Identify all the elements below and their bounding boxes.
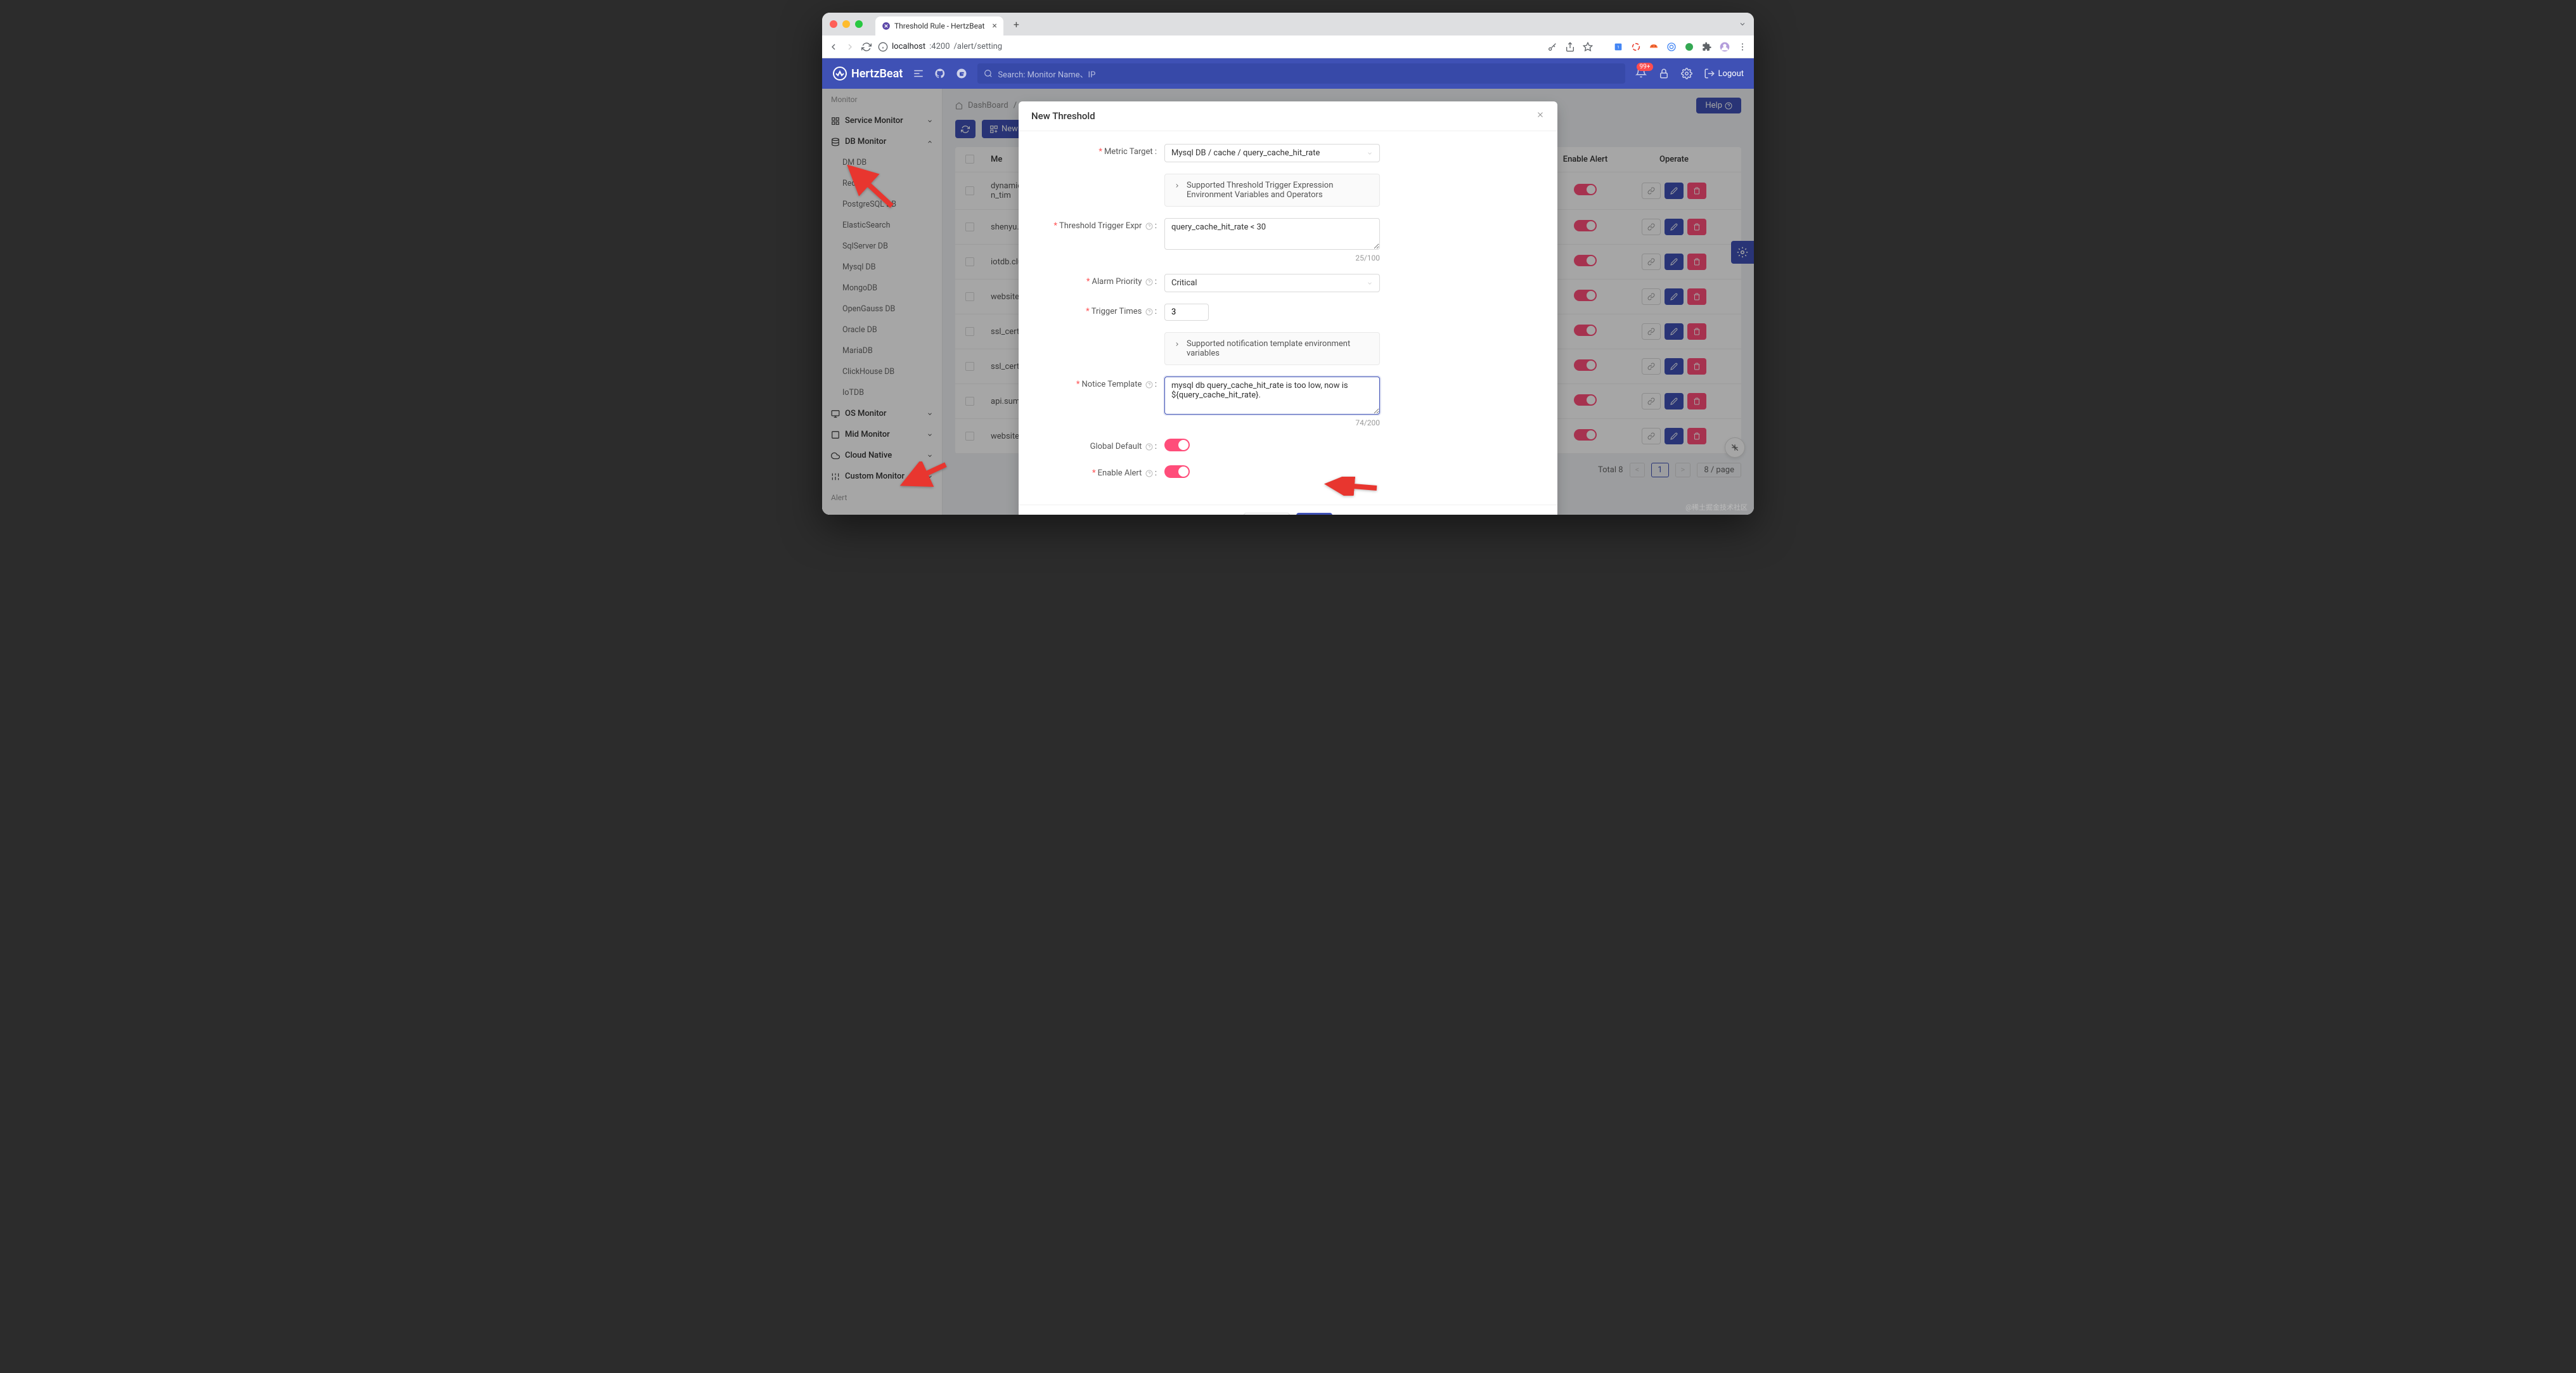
search-icon [984,69,993,78]
help-icon[interactable] [1145,443,1153,451]
ok-button[interactable]: OK [1296,513,1332,515]
enable-alert-switch[interactable] [1164,465,1190,478]
star-icon[interactable] [1583,42,1593,52]
puzzle-icon[interactable] [1702,42,1712,52]
new-threshold-modal: New Threshold *Metric Target : Mysql DB … [1019,101,1557,515]
forward-icon[interactable] [845,42,855,52]
app-topbar: HertzBeat Search: Monitor Name、IP 99+ Lo… [822,58,1754,89]
logo-icon [832,66,847,81]
modal-title: New Threshold [1031,110,1095,122]
gitee-icon[interactable] [956,68,967,79]
expr-counter: 25/100 [1164,254,1380,262]
tab-title: Threshold Rule - HertzBeat [894,22,984,30]
help-icon[interactable] [1145,308,1153,316]
ext1-icon[interactable]: 1 [1613,42,1623,52]
chevron-down-icon [1367,150,1373,157]
logo[interactable]: HertzBeat [832,66,903,81]
info-icon[interactable] [878,42,888,52]
collapse-menu-icon[interactable] [913,68,924,79]
search-input[interactable]: Search: Monitor Name、IP [977,63,1625,84]
browser-tab[interactable]: Threshold Rule - HertzBeat × [875,16,1003,35]
notice-template-input[interactable] [1164,377,1380,415]
reload-icon[interactable] [861,42,872,52]
notification-badge: 99+ [1637,63,1654,71]
svg-text:1: 1 [1617,44,1620,49]
minimize-window[interactable] [842,20,850,28]
chevron-down-icon [1367,280,1373,287]
modal-close-button[interactable] [1536,110,1545,122]
trigger-expr-input[interactable] [1164,218,1380,250]
global-default-switch[interactable] [1164,439,1190,451]
help-icon[interactable] [1145,222,1153,230]
back-icon[interactable] [828,42,839,52]
url-field[interactable]: localhost :4200/alert/setting [878,42,1541,52]
supported-template-expand[interactable]: Supported notification template environm… [1164,332,1380,365]
cancel-button[interactable]: Cancel [1244,513,1291,515]
chevron-right-icon [1174,183,1180,189]
browser-tabstrip: Threshold Rule - HertzBeat × + [822,13,1754,35]
key-icon[interactable] [1547,42,1557,52]
new-tab-button[interactable]: + [1014,18,1019,30]
logout-button[interactable]: Logout [1704,68,1744,79]
more-icon[interactable] [1737,42,1748,52]
maximize-window[interactable] [855,20,863,28]
address-bar: localhost :4200/alert/setting 1 [822,35,1754,58]
github-icon[interactable] [934,68,946,79]
close-tab-icon[interactable]: × [992,21,996,31]
logo-text: HertzBeat [851,67,903,81]
favicon-icon [882,22,891,30]
close-window[interactable] [830,20,837,28]
ext5-icon[interactable] [1684,42,1694,52]
help-icon[interactable] [1145,278,1153,286]
tabs-dropdown-icon[interactable] [1739,18,1746,30]
modal-overlay: New Threshold *Metric Target : Mysql DB … [822,89,1754,515]
help-icon[interactable] [1145,381,1153,389]
url-port: :4200 [929,42,950,51]
ext3-icon[interactable] [1649,42,1659,52]
alarm-priority-select[interactable]: Critical [1164,274,1380,292]
help-icon[interactable] [1145,470,1153,477]
watermark: @稀土掘金技术社区 [1685,502,1748,512]
ext4-icon[interactable] [1666,42,1677,52]
profile-icon[interactable] [1720,42,1730,52]
settings-icon[interactable] [1681,68,1692,79]
extension-icons: 1 [1547,42,1748,52]
window-controls [830,20,863,28]
notification-bell[interactable]: 99+ [1635,67,1647,81]
share-icon[interactable] [1565,42,1575,52]
metric-target-select[interactable]: Mysql DB / cache / query_cache_hit_rate [1164,144,1380,162]
url-path: /alert/setting [954,42,1003,51]
chevron-right-icon [1174,341,1180,347]
logout-icon [1704,68,1715,79]
lock-icon[interactable] [1658,68,1670,79]
supported-expr-expand[interactable]: Supported Threshold Trigger Expression E… [1164,174,1380,207]
search-placeholder: Search: Monitor Name、IP [998,68,1095,80]
url-host: localhost [892,42,925,51]
logout-label: Logout [1718,69,1744,79]
ext2-icon[interactable] [1631,42,1641,52]
close-icon [1536,110,1545,119]
trigger-times-input[interactable] [1164,304,1209,321]
template-counter: 74/200 [1164,418,1380,427]
